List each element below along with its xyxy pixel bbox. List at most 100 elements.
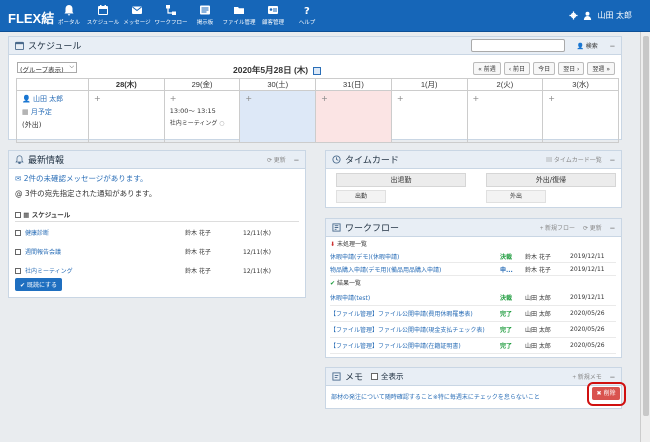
workflow-row[interactable]: 【ファイル管理】ファイル公開申請(費用休暇罹患表) 完了 山田 太郎 2020/… [330,306,616,322]
show-all-checkbox[interactable] [371,373,379,380]
timecard-title: タイムカード [345,155,399,165]
workflow-row-title[interactable]: 物品購入申請(デモ用)(備品用品購入申請) [330,265,500,274]
new-memo-button[interactable]: + 新規メモ [573,372,602,381]
day-cell[interactable]: + [466,90,544,143]
workflow-row[interactable]: 休暇申請(デモ)(休暇申請) 決裁 鈴木 花子 2019/12/11 [330,250,616,263]
nav-label: ヘルプ [298,20,316,26]
day-header[interactable]: 29(金) [163,78,241,91]
news-row[interactable]: 健康診断 鈴木 花子 12/11(水) [15,223,299,242]
page-scrollbar[interactable] [640,32,650,442]
workflow-row-title[interactable]: 休暇申請(test) [330,293,500,302]
timecard-list-button[interactable]: ▤ タイムカード一覧 [546,155,602,164]
memo-delete-button[interactable]: ✖ 削除 [592,387,620,400]
collapse-icon[interactable]: − [610,372,615,382]
unread-message-link[interactable]: ✉ 2件の未確認メッセージがあります。 [15,173,148,184]
search-input[interactable] [470,39,565,52]
row-checkbox[interactable] [15,248,21,255]
workflow-row[interactable]: 【ファイル管理】ファイル公開申請(在籍証明書) 完了 山田 太郎 2020/05… [330,338,616,354]
nav-customer[interactable]: 顧客管理 [256,2,290,32]
user-name: 山田 太郎 [597,11,632,20]
calendar-picker-icon[interactable] [312,66,321,75]
month-schedule-link[interactable]: 月予定 [31,108,52,116]
add-event-icon[interactable]: + [397,94,404,103]
add-event-icon[interactable]: + [473,94,480,103]
add-event-icon[interactable]: + [548,94,555,103]
news-row-title[interactable]: 週間報告会議 [25,247,185,256]
day-cell[interactable]: + [315,90,392,143]
add-event-icon[interactable]: + [321,94,328,103]
day-header[interactable]: 28(木) [88,78,165,91]
memo-header: メモ 全表示 + 新規メモ − [326,368,621,386]
add-event-icon[interactable]: + [245,94,252,103]
add-event-icon[interactable]: + [170,94,177,103]
nav-portal[interactable]: ポータル [52,2,86,32]
memo-icon [332,372,341,381]
nav-label: ポータル [57,20,80,26]
nav-message[interactable]: メッセージ [120,2,154,32]
schedule-grid: 28(木) 29(金) 30(土) 31(日) 1(月) 2(火) 3(水) 👤… [16,78,619,143]
notice-message[interactable]: @ 3件の宛先指定された通知があります。 [15,188,156,199]
day-cell[interactable]: + [390,90,468,143]
day-header[interactable]: 31(日) [315,78,392,91]
row-checkbox[interactable] [15,229,21,236]
day-header[interactable]: 1(月) [390,78,468,91]
nav-workflow[interactable]: ワークフロー [154,2,188,32]
memo-text[interactable]: 部材の発注について随時確認すること※特に毎週末にチェックを怠らないこと [331,392,540,401]
news-row-title[interactable]: 健康診断 [25,228,185,237]
news-tools: ⟳ 更新 − [267,155,299,165]
nav-help[interactable]: ? ヘルプ [290,2,324,32]
prev-day-button[interactable]: ‹ 前日 [503,62,531,75]
group-select[interactable]: (グループ表示) ⌵ [17,62,77,74]
month-icon: ▦ [22,108,29,116]
workflow-row[interactable]: 物品購入申請(デモ用)(備品用品購入申請) 申... 鈴木 花子 2019/12… [330,263,616,276]
collapse-icon[interactable]: − [610,155,615,165]
user-cell: 👤 山田 太郎 ▦ 月予定 (外出) [16,90,89,143]
news-refresh-button[interactable]: ⟳ 更新 [267,155,286,164]
user-menu[interactable]: 山田 太郎 [569,10,632,21]
out-return-button[interactable]: 外出/復帰 [486,173,616,187]
nav-bulletin[interactable]: 掲示板 [188,2,222,32]
day-cell[interactable]: + [239,90,317,143]
collapse-icon[interactable]: − [610,41,615,51]
app-logo[interactable]: FLEX結 [8,8,54,27]
add-event-icon[interactable]: + [94,94,101,103]
schedule-user-name[interactable]: 山田 太郎 [33,95,63,103]
nav-file-management[interactable]: ファイル管理 [222,2,256,32]
news-row[interactable]: 週間報告会議 鈴木 花子 12/11(水) [15,242,299,261]
new-flow-button[interactable]: + 新規フロー [540,223,575,232]
day-header[interactable]: 2(火) [466,78,544,91]
day-header[interactable]: 30(土) [239,78,317,91]
clock-in-out-button[interactable]: 出退勤 [336,173,466,187]
day-header[interactable]: 3(水) [542,78,619,91]
show-all-label: 全表示 [381,372,404,381]
section-checkbox[interactable] [15,212,21,218]
news-row-title[interactable]: 社内ミーティング [25,266,185,275]
prev-week-button[interactable]: « 前週 [473,62,501,75]
nav-schedule[interactable]: スケジュール [86,2,120,32]
workflow-row[interactable]: 休暇申請(test) 決裁 山田 太郎 2019/12/11 [330,290,616,306]
clock-icon [332,155,341,164]
day-cell[interactable]: + [542,90,619,143]
event-item[interactable]: 社内ミーティング ○ [170,118,235,127]
workflow-row-person: 山田 太郎 [525,311,551,318]
row-checkbox[interactable] [15,267,21,274]
mark-read-button[interactable]: ✔ 既読にする [15,278,63,291]
workflow-row-title[interactable]: 【ファイル管理】ファイル公開申請(在籍証明書) [330,341,500,350]
scrollbar-thumb[interactable] [643,36,649,416]
collapse-icon[interactable]: − [610,223,615,233]
workflow-refresh-button[interactable]: ⟳ 更新 [583,223,602,232]
collapse-icon[interactable]: − [294,155,299,165]
gear-icon[interactable] [569,11,579,20]
today-button[interactable]: 今日 [533,62,556,75]
workflow-row-title[interactable]: 休暇申請(デモ)(休暇申請) [330,252,500,261]
workflow-row[interactable]: 【ファイル管理】ファイル公開申請(現金支払チェック表) 完了 山田 太郎 202… [330,322,616,338]
search-button[interactable]: 👤 検索 [573,40,602,51]
day-cell[interactable]: + 13:00～ 13:15 社内ミーティング ○ [163,90,241,143]
workflow-row-title[interactable]: 【ファイル管理】ファイル公開申請(費用休暇罹患表) [330,309,500,318]
next-week-button[interactable]: 翌週 » [587,62,615,75]
prev-day-label: 前日 [513,66,526,73]
next-day-button[interactable]: 翌日 › [558,62,585,75]
workflow-tools: + 新規フロー ⟳ 更新 − [540,223,615,233]
day-cell[interactable]: + [88,90,165,143]
workflow-row-title[interactable]: 【ファイル管理】ファイル公開申請(現金支払チェック表) [330,325,500,334]
